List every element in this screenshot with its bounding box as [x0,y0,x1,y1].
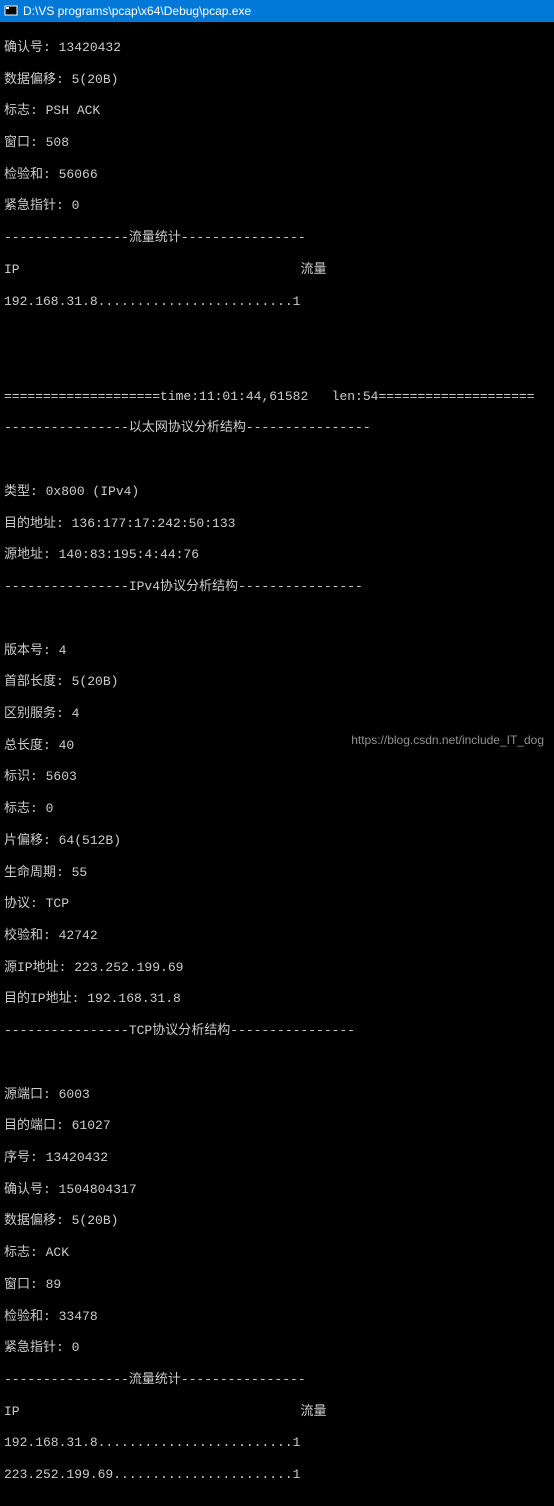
checksum-label: 检验和: [4,167,59,182]
app-icon [4,4,18,18]
flags-label: 标志: [4,103,46,118]
tcp-flags: ACK [46,1245,69,1260]
packet-separator: ====================time:11:01:44,61582 … [4,389,550,405]
offset-label: 数据偏移: [4,72,72,87]
traffic-header: ----------------流量统计---------------- [4,1372,550,1388]
window-titlebar[interactable]: D:\VS programs\pcap\x64\Debug\pcap.exe [0,0,554,22]
window-title: D:\VS programs\pcap\x64\Debug\pcap.exe [23,4,251,18]
ip-fragoff: 64(512B) [59,833,121,848]
tcp-seq: 13420432 [46,1150,108,1165]
ip-id: 5603 [46,769,77,784]
ip-version: 4 [59,643,67,658]
ip-col-label: IP [4,262,20,277]
ipv4-header: ----------------IPv4协议分析结构--------------… [4,579,550,595]
window-label: 窗口: [4,135,46,150]
dst-ip: 192.168.31.8 [87,991,181,1006]
ip-hlen: 5(20B) [72,674,119,689]
ack-label: 确认号: [4,40,59,55]
src-port: 6003 [59,1087,90,1102]
ip-flags: 0 [46,801,54,816]
tcp-window: 89 [46,1277,62,1292]
traffic-row-ip: 192.168.31.8 [4,1435,98,1450]
traffic-row-ip: 223.252.199.69 [4,1467,113,1482]
ip-col-label: IP [4,1404,20,1419]
tcp-checksum: 33478 [59,1309,98,1324]
console-output: 确认号: 13420432 数据偏移: 5(20B) 标志: PSH ACK 窗… [0,22,554,1506]
ip-ttl: 55 [72,865,88,880]
eth-header: ----------------以太网协议分析结构---------------… [4,420,550,436]
traffic-row-ip: 192.168.31.8 [4,294,98,309]
src-ip: 223.252.199.69 [74,960,183,975]
flags-value: PSH ACK [46,103,101,118]
ip-proto: TCP [46,896,69,911]
flow-col-label: 流量 [300,262,326,277]
eth-type: 0x800 (IPv4) [46,484,140,499]
tcp-urgent: 0 [72,1340,80,1355]
traffic-row-val: 1 [293,1435,301,1450]
watermark: https://blog.csdn.net/include_IT_dog [351,733,544,747]
urgent-label: 紧急指针: [4,198,72,213]
urgent-value: 0 [72,198,80,213]
dst-port: 61027 [72,1118,111,1133]
window-value: 508 [46,135,69,150]
eth-dst: 136:177:17:242:50:133 [72,516,236,531]
ack-value: 13420432 [59,40,121,55]
traffic-row-val: 1 [293,1467,301,1482]
tcp-offset: 5(20B) [72,1213,119,1228]
tcp-header: ----------------TCP协议分析结构---------------… [4,1023,550,1039]
ip-dscp: 4 [72,706,80,721]
ip-checksum: 42742 [59,928,98,943]
ip-tlen: 40 [59,738,75,753]
checksum-value: 56066 [59,167,98,182]
flow-col-label: 流量 [300,1404,326,1419]
traffic-header: ----------------流量统计---------------- [4,230,550,246]
tcp-ack: 1504804317 [59,1182,137,1197]
traffic-row-val: 1 [293,294,301,309]
offset-value: 5(20B) [72,72,119,87]
eth-src: 140:83:195:4:44:76 [59,547,199,562]
